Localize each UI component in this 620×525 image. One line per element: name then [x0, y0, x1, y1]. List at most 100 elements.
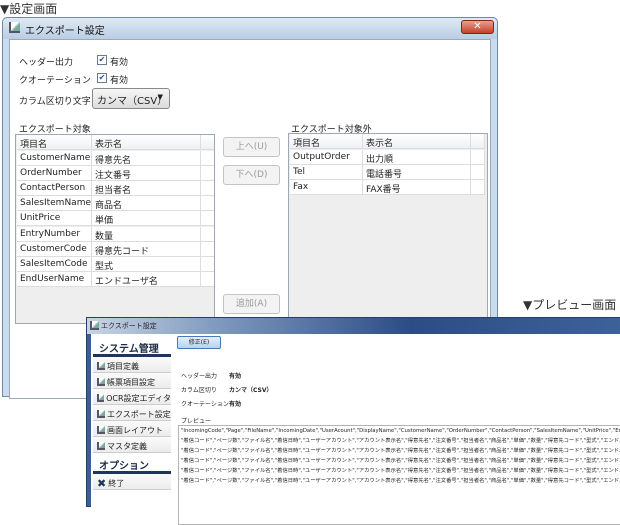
- move-up-button[interactable]: 上へ(U): [223, 137, 280, 157]
- header-output-checkbox[interactable]: ✔: [97, 55, 107, 65]
- export-target-table[interactable]: 項目名 表示名 CustomerName 得意先名 OrderNumber 注文番号 Con…: [15, 134, 215, 324]
- cell-display-name: 電話番号: [363, 165, 471, 180]
- chevron-down-icon: ▼: [157, 93, 163, 101]
- table-row[interactable]: EntryNumber 数量: [17, 226, 214, 242]
- cell-item-name: SalesItemName: [17, 196, 92, 211]
- gear-icon: [97, 442, 105, 450]
- title-bar: エクスポート設定 ✕: [3, 18, 497, 39]
- cell-item-name: OrderNumber: [17, 166, 92, 181]
- preview-line: "IncomingCode","Page","FileName","Incomi…: [181, 428, 620, 434]
- table-row[interactable]: CustomerName 得意先名: [17, 151, 214, 166]
- cell-item-name: Tel: [290, 165, 363, 180]
- sidebar-item[interactable]: OCR設定エディタ: [93, 389, 171, 405]
- cell-display-name: 単価: [92, 211, 201, 226]
- table-row[interactable]: OrderNumber 注文番号: [17, 166, 214, 182]
- gear-icon: [97, 426, 105, 434]
- sidebar-item-exit[interactable]: ✖ 終了: [93, 474, 171, 490]
- column-header-name[interactable]: 項目名: [17, 135, 92, 149]
- cell-filler: [471, 165, 485, 180]
- gear-icon: [97, 410, 105, 418]
- table-row[interactable]: Fax FAX番号: [290, 180, 485, 196]
- table-row[interactable]: SalesItemCode 型式: [17, 256, 214, 272]
- column-filler: [201, 135, 214, 149]
- move-down-button[interactable]: 下へ(D): [223, 165, 280, 185]
- cell-filler: [201, 242, 214, 256]
- cell-display-name: 注文番号: [92, 166, 201, 181]
- field-label: クオーテーション: [181, 401, 229, 408]
- gear-icon: [97, 394, 105, 402]
- cell-display-name: 担当者名: [92, 181, 201, 196]
- header-output-label: ヘッダー出力: [19, 58, 74, 68]
- section-options: オプション: [99, 461, 149, 472]
- field-label: カラム区切り: [181, 387, 217, 394]
- app-icon: [90, 321, 99, 330]
- cell-filler: [471, 180, 485, 195]
- table-row[interactable]: Tel 電話番号: [290, 165, 485, 181]
- cell-filler: [201, 257, 214, 271]
- app-icon: [9, 22, 20, 33]
- table-row[interactable]: EndUserName エンドユーザ名: [17, 271, 214, 287]
- cell-item-name: UnitPrice: [17, 211, 92, 226]
- column-header-name[interactable]: 項目名: [290, 134, 363, 148]
- cell-item-name: CustomerCode: [17, 241, 92, 256]
- preview-window: エクスポート設定 システム管理 項目定義 帳票項目設定 OCR設定エディタ エクスポー…: [86, 317, 620, 525]
- sidebar-item[interactable]: 帳票項目設定: [93, 373, 171, 389]
- column-header-display[interactable]: 表示名: [363, 134, 471, 148]
- table-row[interactable]: ContactPerson 担当者名: [17, 181, 214, 197]
- preview-client: システム管理 項目定義 帳票項目設定 OCR設定エディタ エクスポート設定 画面レイアウ…: [91, 334, 620, 525]
- window-title: エクスポート設定: [25, 26, 105, 37]
- sidebar-item[interactable]: マスタ定義: [93, 437, 171, 453]
- settings-caption: ▼設定画面: [0, 2, 58, 16]
- sidebar-item[interactable]: エクスポート設定: [93, 405, 171, 421]
- cell-item-name: OutputOrder: [290, 150, 363, 164]
- column-filler: [471, 134, 485, 148]
- preview-text[interactable]: "IncomingCode","Page","FileName","Incomi…: [178, 425, 620, 525]
- table-row[interactable]: CustomerCode 得意先コード: [17, 241, 214, 257]
- preview-line: "着信コード","ページ数","ファイル名","着信日時","ユーザーアカウント…: [181, 468, 620, 474]
- field-value: カンマ（CSV）: [229, 387, 273, 394]
- sidebar-item[interactable]: 項目定義: [93, 357, 171, 373]
- sidebar-item-label: エクスポート設定: [107, 409, 171, 419]
- cell-item-name: EndUserName: [17, 271, 92, 286]
- cell-filler: [201, 211, 214, 225]
- cell-display-name: 型式: [92, 256, 201, 271]
- cell-display-name: FAX番号: [363, 180, 471, 195]
- cell-display-name: エンドユーザ名: [92, 271, 201, 286]
- preview-line: "着信コード","ページ数","ファイル名","着信日時","ユーザーアカウント…: [181, 478, 620, 484]
- sidebar-item[interactable]: 画面レイアウト: [93, 421, 171, 437]
- quotation-value: 有効: [110, 76, 129, 86]
- preview-line: "着信コード","ページ数","ファイル名","着信日時","ユーザーアカウント…: [181, 438, 620, 444]
- cell-display-name: 得意先コード: [92, 241, 201, 256]
- table-row[interactable]: OutputOrder 出力順: [290, 150, 485, 165]
- preview-line: "着信コード","ページ数","ファイル名","着信日時","ユーザーアカウント…: [181, 458, 620, 464]
- preview-label: プレビュー: [181, 418, 212, 425]
- preview-line: "着信コード","ページ数","ファイル名","着信日時","ユーザーアカウント…: [181, 448, 620, 454]
- table-header: 項目名 表示名: [290, 134, 485, 149]
- add-button[interactable]: 追加(A): [223, 294, 280, 314]
- cell-item-name: SalesItemCode: [17, 256, 92, 271]
- excluded-table[interactable]: 項目名 表示名 OutputOrder 出力順 Tel 電話番号 Fax FAX番号: [288, 133, 488, 333]
- cell-display-name: 数量: [92, 226, 201, 241]
- sidebar: システム管理 項目定義 帳票項目設定 OCR設定エディタ エクスポート設定 画面レイアウ…: [93, 334, 171, 504]
- cell-filler: [201, 166, 214, 180]
- header-output-value: 有効: [110, 58, 129, 68]
- column-header-display[interactable]: 表示名: [92, 135, 201, 149]
- cell-filler: [201, 196, 214, 210]
- sidebar-item-label: 終了: [108, 478, 125, 488]
- preview-caption: ▼プレビュー画面: [523, 298, 617, 312]
- quotation-checkbox[interactable]: ✔: [97, 73, 107, 83]
- cell-item-name: CustomerName: [17, 151, 92, 165]
- close-button[interactable]: ✕: [461, 20, 494, 34]
- field-label: ヘッダー出力: [181, 373, 218, 380]
- cell-item-name: ContactPerson: [17, 181, 92, 196]
- edit-button[interactable]: 修正(E): [177, 336, 221, 349]
- table-row[interactable]: SalesItemName 商品名: [17, 196, 214, 212]
- cell-item-name: Fax: [290, 180, 363, 195]
- cell-display-name: 商品名: [92, 196, 201, 211]
- delimiter-dropdown[interactable]: カンマ（CSV） ▼: [92, 88, 170, 109]
- cell-display-name: 出力順: [363, 150, 471, 164]
- table-row[interactable]: UnitPrice 単価: [17, 211, 214, 227]
- sidebar-item-label: OCR設定エディタ: [106, 393, 171, 403]
- quotation-label: クオーテーション: [19, 76, 91, 86]
- cell-filler: [201, 227, 214, 241]
